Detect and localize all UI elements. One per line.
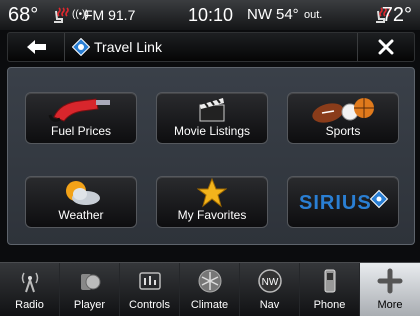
plus-icon xyxy=(377,268,403,294)
radio-station[interactable]: FM 91.7 xyxy=(84,3,135,27)
travel-link-icon xyxy=(72,38,90,56)
phone-icon xyxy=(324,269,335,293)
my-favorites-button[interactable]: My Favorites xyxy=(156,176,268,228)
tile-label: Fuel Prices xyxy=(50,124,112,138)
compass-nw-icon: NW xyxy=(257,269,282,293)
sports-balls-icon xyxy=(312,98,374,123)
nav-player[interactable]: Player xyxy=(60,263,120,316)
back-button[interactable] xyxy=(8,33,65,61)
sirius-button[interactable]: SIRIUS xyxy=(287,176,399,228)
fuel-nozzle-icon xyxy=(48,98,110,122)
nav-label: More xyxy=(377,299,403,311)
travel-link-panel: Fuel Prices Movie Listings Sports Weathe… xyxy=(7,67,415,245)
player-icon xyxy=(80,274,100,290)
tile-label: Weather xyxy=(58,208,104,222)
controls-icon xyxy=(138,272,161,290)
weather-button[interactable]: Weather xyxy=(25,176,137,228)
tile-label: Movie Listings xyxy=(173,124,251,138)
page-title: Travel Link xyxy=(94,39,162,55)
close-button[interactable] xyxy=(357,33,414,61)
driver-temp[interactable]: 68° xyxy=(8,3,38,27)
tile-label: My Favorites xyxy=(177,208,247,222)
title-bar: Travel Link xyxy=(7,32,415,62)
radio-tower-icon xyxy=(21,272,38,293)
nav-label: Phone xyxy=(313,299,346,311)
heated-seat-icon[interactable] xyxy=(50,5,70,25)
movie-listings-button[interactable]: Movie Listings xyxy=(156,92,268,144)
fuel-prices-button[interactable]: Fuel Prices xyxy=(25,92,137,144)
nav-radio[interactable]: Radio xyxy=(0,263,60,316)
sports-button[interactable]: Sports xyxy=(287,92,399,144)
svg-text:SIRIUS: SIRIUS xyxy=(299,192,372,214)
sun-cloud-icon xyxy=(66,181,100,205)
svg-text:NW: NW xyxy=(261,277,278,288)
nav-phone[interactable]: Phone xyxy=(300,263,360,316)
outside-label: out. xyxy=(304,9,323,21)
nav-label: Controls xyxy=(129,299,170,311)
passenger-temp[interactable]: 72° xyxy=(382,3,412,27)
bottom-nav: Radio Player Controls Climate NW Nav Pho… xyxy=(0,262,420,316)
nav-label: Climate xyxy=(190,299,229,311)
back-arrow-icon xyxy=(27,40,46,54)
clock: 10:10 xyxy=(188,5,234,25)
nav-more[interactable]: More xyxy=(360,263,420,316)
tile-label: Sports xyxy=(325,124,361,138)
nav-label: Radio xyxy=(15,299,44,311)
nav-controls[interactable]: Controls xyxy=(120,263,180,316)
clapperboard-icon xyxy=(199,98,225,122)
nav-label: Nav xyxy=(259,299,280,311)
status-bar: 68° ((•)) FM 91.7 10:10 NW 54° out. 72° xyxy=(0,0,420,30)
outside-temp: 54° xyxy=(276,6,299,23)
nav-nav[interactable]: NW Nav xyxy=(240,263,300,316)
star-icon xyxy=(197,178,227,208)
nav-climate[interactable]: Climate xyxy=(180,263,240,316)
compass-heading: NW xyxy=(247,6,272,23)
sirius-logo: SIRIUS xyxy=(299,189,389,214)
climate-icon xyxy=(198,269,221,293)
close-icon xyxy=(378,39,394,55)
nav-label: Player xyxy=(73,299,106,311)
